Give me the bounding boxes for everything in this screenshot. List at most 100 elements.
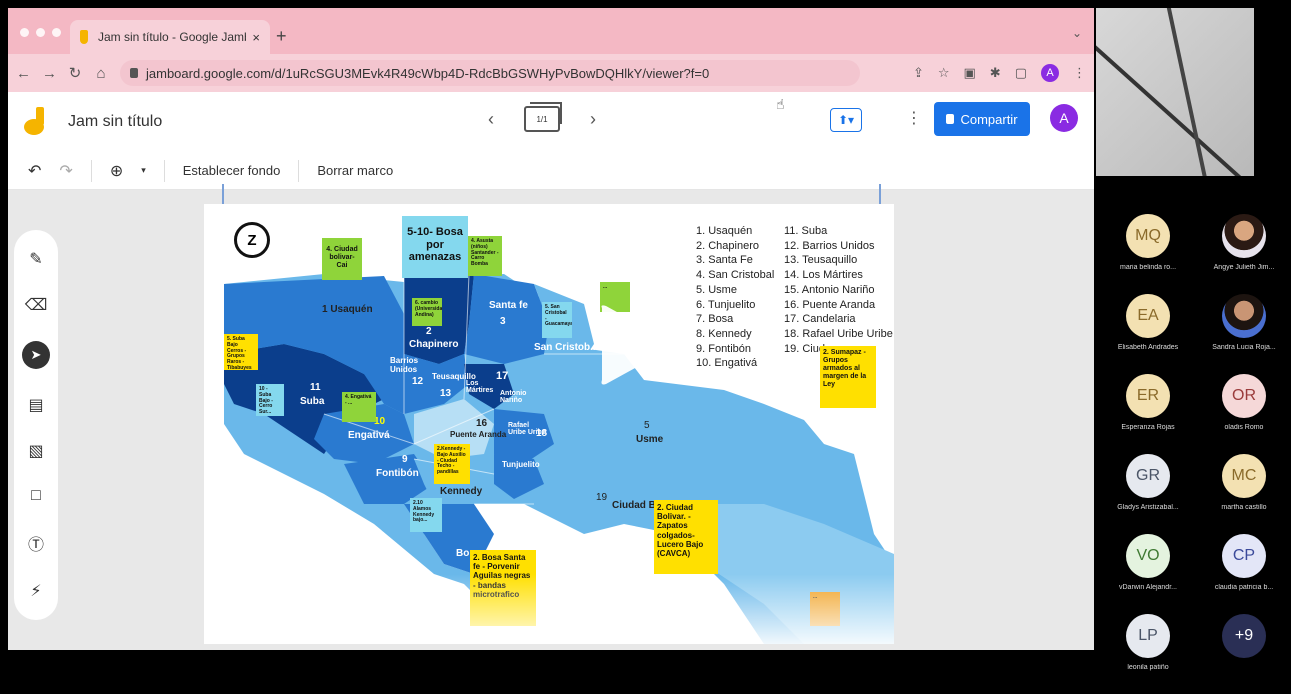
extension-icon[interactable]: ▣ bbox=[964, 65, 976, 81]
jamboard-logo-icon[interactable] bbox=[24, 107, 46, 137]
laser-tool-icon[interactable]: ⚡ bbox=[30, 581, 41, 601]
browser-tab[interactable]: Jam sin título - Google Jambo... × bbox=[70, 20, 270, 54]
region-label: Usme bbox=[636, 434, 664, 445]
new-tab-icon[interactable]: + bbox=[276, 26, 287, 47]
legend-item: 7. Bosa bbox=[696, 313, 734, 326]
participant-tile[interactable]: Sandra Lucia Roja... bbox=[1196, 294, 1291, 351]
jamboard-header: Jam sin título ‹ 1/1 › ☝ ⬆▾ ⋮ Compartir … bbox=[8, 92, 1094, 152]
play-icon[interactable] bbox=[594, 302, 674, 388]
forward-icon[interactable]: → bbox=[42, 65, 57, 82]
sticky-note[interactable]: 2.10 Alamos Kennedy bajo... bbox=[410, 498, 442, 532]
shape-tool-icon[interactable]: □ bbox=[31, 487, 41, 505]
participant-avatar bbox=[1222, 214, 1266, 258]
legend-item: 14. Los Mártires bbox=[784, 269, 863, 282]
participant-tile[interactable]: MC martha castillo bbox=[1196, 454, 1291, 511]
frame-bar-button[interactable]: 1/1 bbox=[524, 102, 562, 132]
district-legend-right: 11. Suba 12. Barrios Unidos 13. Teusaqui… bbox=[784, 224, 893, 356]
browser-menu-icon[interactable]: ⋮ bbox=[1073, 65, 1086, 81]
sticky-note[interactable]: 10 - Suba Bajo - Cerro Sur... bbox=[256, 384, 284, 416]
close-window-dot[interactable] bbox=[20, 28, 29, 37]
sticky-note[interactable]: 4. Asusta (niños) Santander - Carro Bomb… bbox=[468, 236, 502, 276]
sticky-note[interactable]: 6. cambio (Universidad Andina) bbox=[412, 298, 442, 326]
region-label: 17 bbox=[496, 370, 509, 382]
toolbar-divider bbox=[163, 159, 165, 182]
undo-icon[interactable]: ↶ bbox=[28, 161, 41, 181]
participant-tile[interactable]: MQ maria belinda ro... bbox=[1100, 214, 1196, 271]
participant-tile[interactable]: +9 bbox=[1196, 614, 1291, 664]
jamboard-favicon-icon bbox=[80, 30, 88, 44]
close-tab-icon[interactable]: × bbox=[252, 30, 260, 45]
share-page-icon[interactable]: ⇪ bbox=[913, 65, 924, 81]
present-icon: ⬆▾ bbox=[837, 113, 855, 127]
present-button[interactable]: ⬆▾ bbox=[830, 108, 862, 132]
image-tool-icon[interactable]: ▧ bbox=[28, 441, 43, 461]
lock-icon bbox=[130, 68, 138, 78]
region-label: Fontibón bbox=[376, 468, 419, 479]
select-tool-icon[interactable]: ➤ bbox=[22, 341, 50, 369]
region-label: 5 bbox=[644, 420, 650, 431]
region-label: Barrios Unidos bbox=[390, 356, 419, 374]
participant-tile[interactable]: OR oladis Romo bbox=[1196, 374, 1291, 431]
back-icon[interactable]: ← bbox=[16, 65, 31, 82]
participant-tile[interactable]: LP leonila patiño bbox=[1100, 614, 1196, 671]
jam-frame[interactable]: Z 1 Usaquén Chapinero 2 Santa fe 3 San C… bbox=[204, 204, 894, 644]
sticky-note[interactable]: 5-10- Bosa por amenazas bbox=[402, 216, 468, 278]
account-avatar[interactable]: A bbox=[1050, 104, 1078, 132]
reload-icon[interactable]: ↻ bbox=[68, 64, 82, 82]
home-icon[interactable]: ⌂ bbox=[94, 65, 108, 82]
participant-name: martha castillo bbox=[1221, 504, 1267, 511]
sticky-note[interactable]: 2. Sumapaz - Grupos armados al margen de… bbox=[820, 346, 876, 408]
tab-search-chevron-icon[interactable]: ⌄ bbox=[1072, 26, 1082, 40]
participant-avatar: EA bbox=[1126, 294, 1170, 338]
participant-tile[interactable]: VO vDarwin Alejandr... bbox=[1100, 534, 1196, 591]
previous-frame-icon[interactable]: ‹ bbox=[488, 109, 494, 130]
text-box-tool-icon[interactable]: Ⓣ bbox=[28, 531, 44, 555]
region-label: Los Mártires bbox=[466, 380, 494, 394]
url-field[interactable]: jamboard.google.com/d/1uRcSGU3MEvk4R49cW… bbox=[120, 60, 860, 86]
canvas-area: ✎ ⌫ ➤ ▤ ▧ □ Ⓣ ⚡ Z 1 Usaquén Chapinero 2 … bbox=[8, 184, 1094, 650]
pen-tool-icon[interactable]: ✎ bbox=[29, 249, 42, 269]
participant-tile[interactable]: GR Gladys Aristizabal... bbox=[1100, 454, 1196, 511]
legend-item: 15. Antonio Nariño bbox=[784, 283, 875, 296]
zoom-icon[interactable]: ⊕ bbox=[110, 161, 123, 181]
sticky-note-tool-icon[interactable]: ▤ bbox=[28, 395, 43, 415]
sticky-note[interactable]: 5. Suba Bajo Cerros - Grupos Raros - Tib… bbox=[224, 334, 258, 370]
window-controls[interactable] bbox=[20, 28, 61, 37]
legend-item: 8. Kennedy bbox=[696, 327, 752, 340]
region-label: 11 bbox=[310, 382, 321, 393]
region-label: Tunjuelito bbox=[502, 460, 540, 469]
sticky-note[interactable]: 5. San Cristobal - Guacamayas bbox=[542, 302, 572, 338]
legend-item: 4. San Cristobal bbox=[696, 269, 775, 282]
sticky-note[interactable]: 2. Ciudad Bolivar. - Zapatos colgados- L… bbox=[654, 500, 718, 574]
participant-tile[interactable]: Angye Julieth Jim... bbox=[1196, 214, 1291, 271]
toolbar-divider bbox=[90, 159, 92, 182]
region-label: Chapinero bbox=[409, 339, 459, 350]
minimize-window-dot[interactable] bbox=[36, 28, 45, 37]
zoom-dropdown-chevron-icon[interactable]: ▾ bbox=[141, 165, 146, 176]
set-background-button[interactable]: Establecer fondo bbox=[183, 163, 281, 178]
sticky-note[interactable]: 4. Ciudad bolivar- Cai bbox=[322, 238, 362, 280]
extensions-puzzle-icon[interactable]: ✱ bbox=[990, 65, 1001, 81]
participant-tile[interactable]: ER Esperanza Rojas bbox=[1100, 374, 1196, 431]
side-panel-icon[interactable]: ▢ bbox=[1015, 65, 1027, 81]
clear-frame-button[interactable]: Borrar marco bbox=[317, 163, 393, 178]
share-label: Compartir bbox=[960, 111, 1018, 127]
sticky-note[interactable]: 4. Engativá - ... bbox=[342, 392, 376, 422]
jam-title[interactable]: Jam sin título bbox=[68, 113, 162, 131]
share-button[interactable]: Compartir bbox=[934, 102, 1030, 136]
legend-item: 11. Suba bbox=[784, 225, 828, 237]
screenshot-root: Jam sin título - Google Jambo... × + ⌄ ←… bbox=[0, 0, 1291, 694]
eraser-tool-icon[interactable]: ⌫ bbox=[25, 295, 48, 315]
browser-profile-avatar[interactable]: A bbox=[1041, 64, 1059, 82]
participant-avatar: OR bbox=[1222, 374, 1266, 418]
redo-icon[interactable]: ↷ bbox=[59, 161, 72, 181]
sticky-note[interactable]: 2.Kennedy - Bajo Auxilio - Ciudad Techo … bbox=[434, 444, 470, 484]
participant-tile[interactable]: EA Elisabeth Andrades bbox=[1100, 294, 1196, 351]
more-options-icon[interactable]: ⋮ bbox=[906, 108, 922, 128]
participant-tile[interactable]: CP claudia patricia b... bbox=[1196, 534, 1291, 591]
bookmark-star-icon[interactable]: ☆ bbox=[938, 65, 950, 81]
next-frame-icon[interactable]: › bbox=[590, 109, 596, 130]
legend-item: 6. Tunjuelito bbox=[696, 298, 756, 311]
maximize-window-dot[interactable] bbox=[52, 28, 61, 37]
participant-name: leonila patiño bbox=[1127, 664, 1169, 671]
